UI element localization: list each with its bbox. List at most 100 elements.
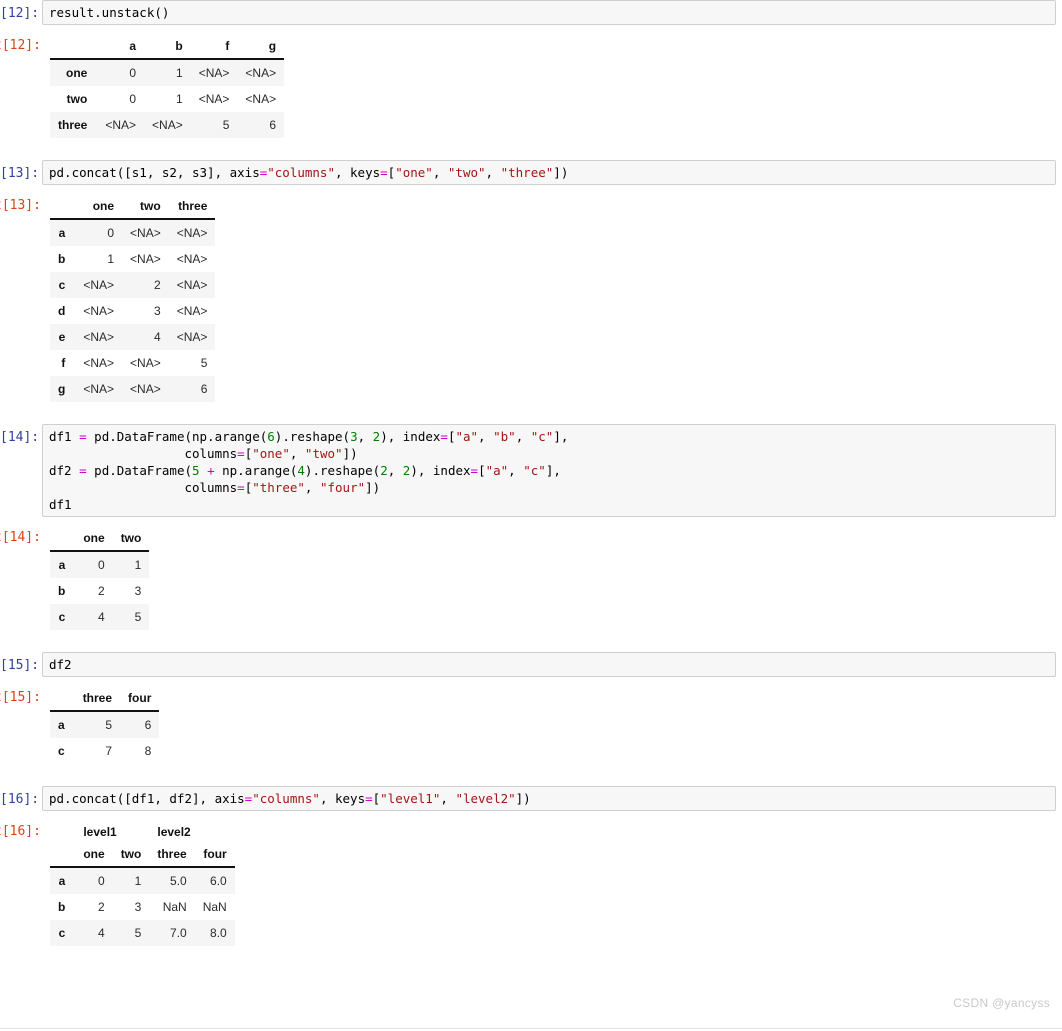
- code-token: ,: [387, 463, 403, 478]
- table-cell: 3: [122, 298, 169, 324]
- code-line: df2 = pd.DataFrame(5 + np.arange(4).resh…: [49, 462, 1055, 479]
- table-row-index: c: [50, 738, 75, 764]
- table-row: b 1 <NA> <NA>: [50, 246, 216, 272]
- table-cell: <NA>: [122, 376, 169, 402]
- code-line: pd.concat([df1, df2], axis = "columns", ke…: [49, 790, 1055, 807]
- code-token: columns: [49, 480, 238, 495]
- table-cell: 0: [75, 867, 113, 894]
- table-cell: 3: [112, 578, 150, 604]
- table-index-header: [50, 843, 76, 868]
- code-token: "three": [252, 480, 305, 495]
- table-cell: <NA>: [168, 298, 216, 324]
- output-prompt: t[16]:: [0, 824, 41, 839]
- code-cell[interactable]: [13]: pd.concat([s1, s2, s3], axis = "colum…: [0, 160, 1062, 185]
- notebook-container: [12]:result.unstack() t[12]:abfgone01<NA>…: [0, 0, 1062, 968]
- code-token: pd.concat([s1, s2, s3], axis: [49, 165, 260, 180]
- table-row: e <NA> 4 <NA>: [50, 324, 216, 350]
- table-column-header: b: [144, 35, 191, 60]
- table-cell: 0: [97, 86, 145, 112]
- table-header-row: abfg: [50, 35, 285, 60]
- code-token: "c": [530, 429, 554, 444]
- code-token: =: [365, 791, 373, 806]
- table-column-header: two: [112, 527, 150, 552]
- table-group-header: level2: [149, 821, 235, 843]
- table-row-index: g: [50, 376, 76, 402]
- table-row-index: a: [50, 711, 75, 738]
- code-cell[interactable]: [14]: df1 = pd.DataFrame(np.arange(6).res…: [0, 424, 1062, 517]
- code-token: =: [79, 463, 87, 478]
- code-token: =: [237, 446, 245, 461]
- table-row-index: a: [50, 551, 76, 578]
- code-token: "two": [304, 446, 343, 461]
- output-content: one two a 0 1 b 2 3 c 4 5: [36, 527, 1062, 630]
- code-input[interactable]: df1 = pd.DataFrame(np.arange(6).reshape(…: [42, 424, 1056, 517]
- table-cell: <NA>: [144, 112, 191, 138]
- code-token: "a": [455, 429, 479, 444]
- table-row-index: a: [50, 867, 76, 894]
- table-cell: 2: [75, 894, 113, 920]
- table-row: c45: [50, 604, 150, 630]
- table-row: g <NA> <NA> 6: [50, 376, 216, 402]
- table-cell: <NA>: [122, 246, 169, 272]
- table-cell: <NA>: [75, 324, 123, 350]
- table-cell: 4: [122, 324, 169, 350]
- table-row-index: one: [50, 59, 98, 86]
- table-cell: <NA>: [122, 350, 169, 376]
- code-token: ,: [289, 446, 305, 461]
- table-corner-cell: [50, 821, 76, 843]
- input-prompt: [16]:: [0, 792, 40, 807]
- bottom-divider: [0, 1028, 1062, 1029]
- code-line: result.unstack(): [49, 4, 1055, 21]
- table-column-header: two: [122, 195, 169, 220]
- table-cell: <NA>: [237, 86, 285, 112]
- output-cell: t[13]:onetwothreea0<NA><NA>b1<NA><NA>c<N…: [0, 195, 1062, 402]
- code-line: columns=["one", "two"]): [49, 445, 1055, 462]
- table-cell: NaN: [149, 894, 195, 920]
- output-content: a b f g one 0 1 <NA> <NA> two 0 1 <NA> <NA> three <NA> <…: [36, 35, 1062, 138]
- table-cell: 2: [75, 578, 113, 604]
- output-content: three four a 5 6 c 7 8: [36, 687, 1062, 764]
- code-token: ]): [365, 480, 381, 495]
- table-index-header: [50, 195, 76, 220]
- code-token: 3: [350, 429, 358, 444]
- table-cell: 1: [112, 867, 150, 894]
- table-column-header: three: [149, 843, 195, 868]
- code-token: +: [207, 463, 215, 478]
- table-cell: <NA>: [168, 272, 216, 298]
- code-token: "b": [493, 429, 516, 444]
- table-cell: <NA>: [75, 376, 123, 402]
- table-row-index: b: [50, 894, 76, 920]
- output-cell: t[12]:abfgone01<NA><NA>two01<NA><NA>thre…: [0, 35, 1062, 138]
- table-cell: 5: [112, 604, 150, 630]
- code-token: ,: [508, 463, 524, 478]
- code-cell[interactable]: [16]: pd.concat([df1, df2], axis = "columns…: [0, 786, 1062, 811]
- table-cell: <NA>: [75, 298, 123, 324]
- code-input[interactable]: pd.concat([s1, s2, s3], axis = "columns", …: [42, 160, 1056, 185]
- code-line: df1: [49, 496, 1055, 513]
- table-cell: <NA>: [190, 59, 238, 86]
- table-cell: <NA>: [97, 112, 145, 138]
- table-column-header: f: [190, 35, 238, 60]
- code-token: ), index: [410, 463, 471, 478]
- code-cell[interactable]: [15]: df2: [0, 652, 1062, 677]
- code-input[interactable]: result.unstack(): [42, 0, 1056, 25]
- code-token: [: [478, 463, 486, 478]
- code-token: df2: [49, 657, 72, 672]
- code-token: df2: [49, 463, 80, 478]
- code-token: "one": [395, 165, 433, 180]
- code-token: "one": [252, 446, 290, 461]
- table-cell: <NA>: [168, 324, 216, 350]
- table-cell: 5: [112, 920, 150, 946]
- code-input[interactable]: df2: [42, 652, 1056, 677]
- table-row: b 2 3 NaN NaN: [50, 894, 235, 920]
- code-input[interactable]: pd.concat([df1, df2], axis = "columns", ke…: [42, 786, 1056, 811]
- table-row-index: d: [50, 298, 76, 324]
- code-token: ,: [304, 480, 320, 495]
- code-token: ,: [478, 429, 494, 444]
- code-cell[interactable]: [12]: result.unstack(): [0, 0, 1062, 25]
